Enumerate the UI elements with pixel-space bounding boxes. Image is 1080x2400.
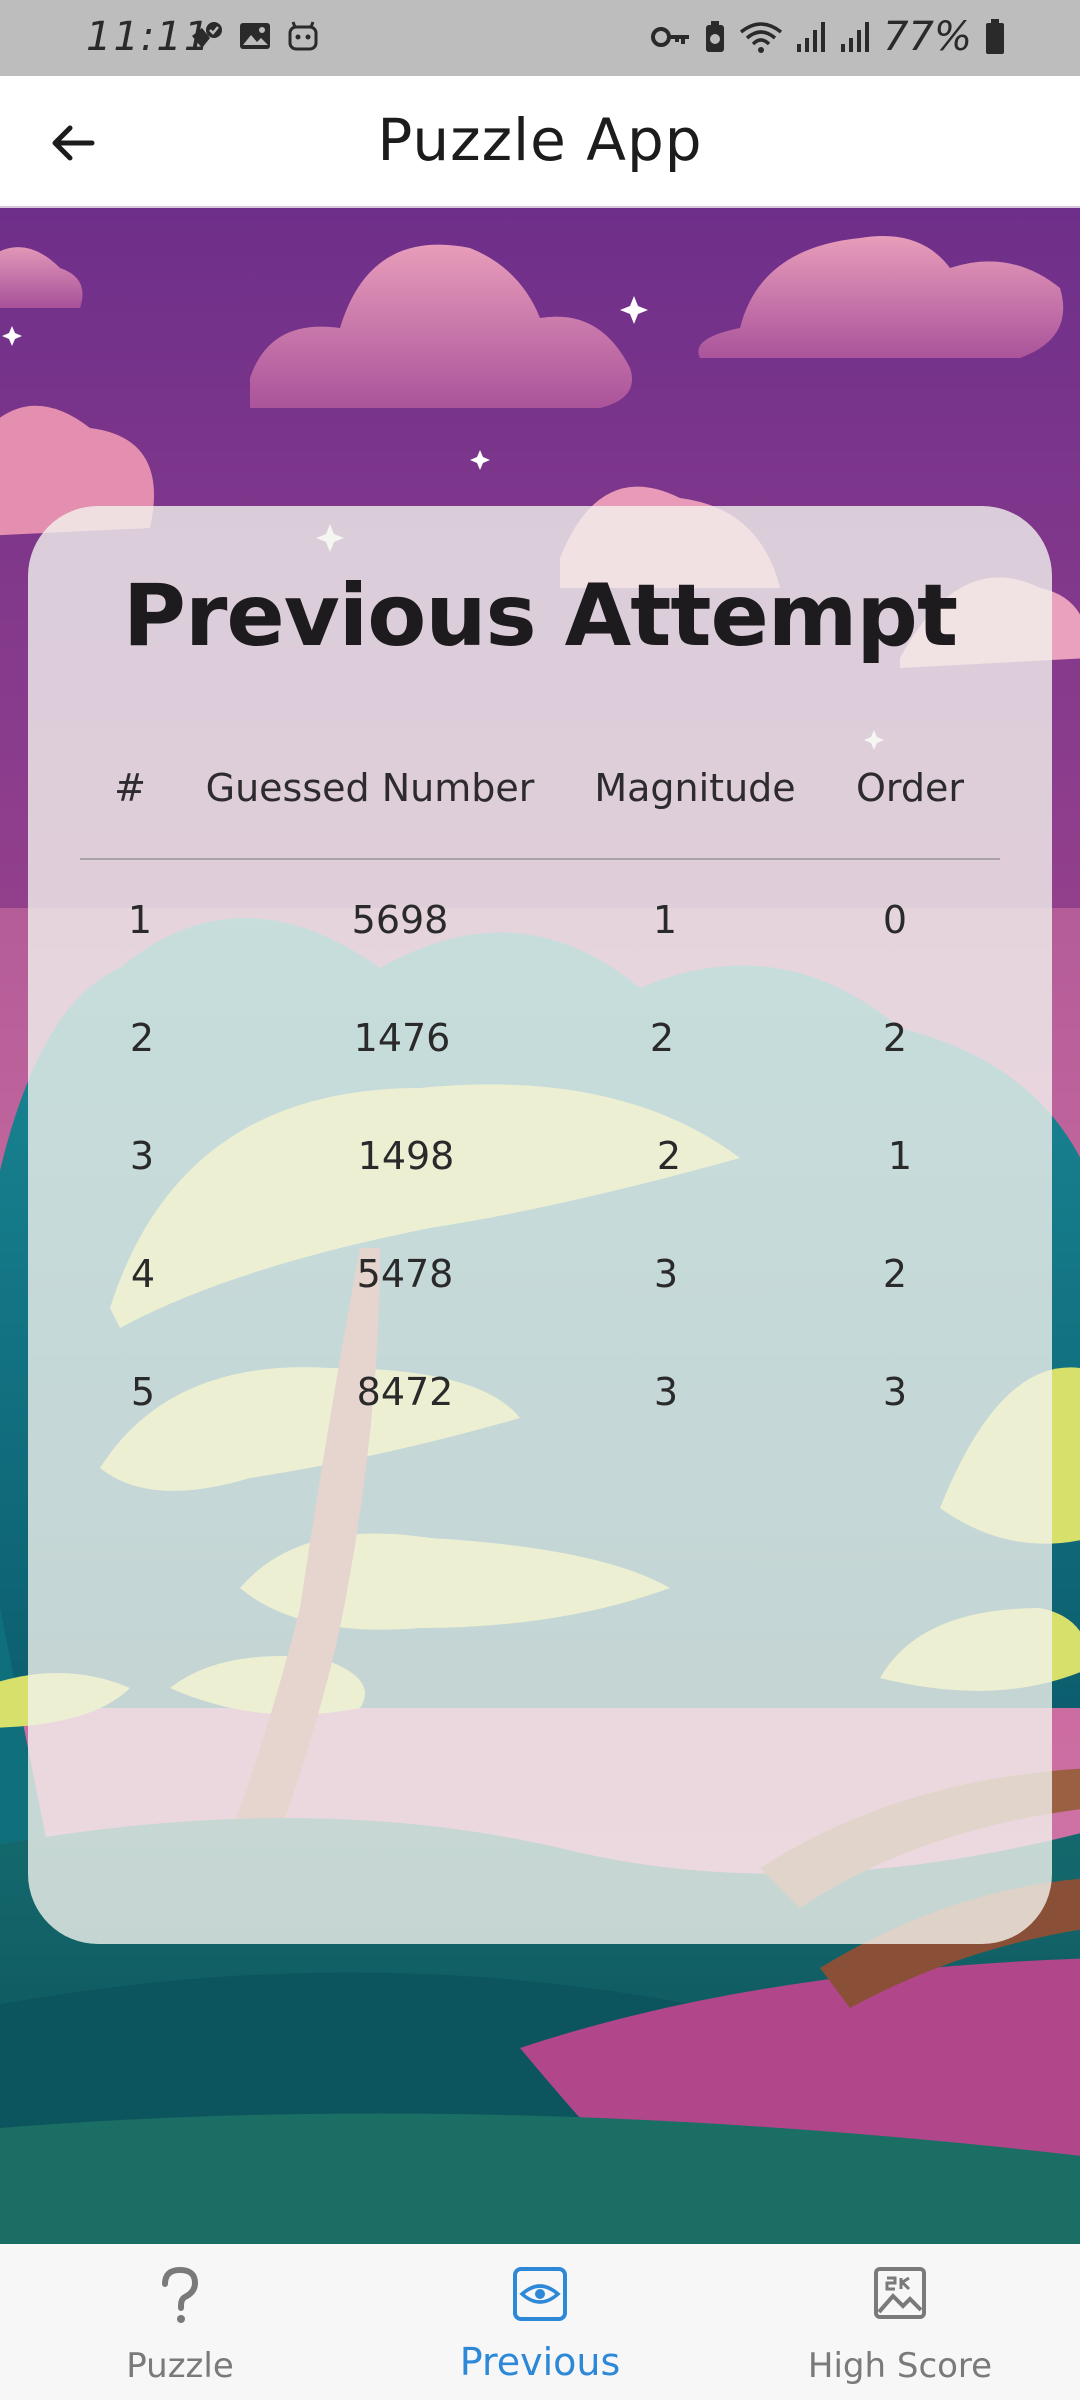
column-header-guessed-number: Guessed Number [205,766,535,810]
notification-check-icon [188,18,224,54]
cell-index: 1 [127,898,153,942]
cell-index: 5 [130,1370,156,1414]
battery-icon [984,18,1006,56]
cell-magnitude: 3 [653,1370,679,1414]
cell-magnitude: 2 [656,1134,682,1178]
cell-index: 3 [129,1134,155,1178]
cell-order: 2 [882,1252,908,1296]
robot-icon [286,19,320,53]
cell-index: 2 [129,1016,155,1060]
question-icon [0,2266,360,2326]
battery-percent: 77% [883,14,972,60]
cell-guessed-number: 5478 [356,1252,454,1296]
cell-order: 0 [882,898,908,942]
nav-item-high-score[interactable]: High Score [720,2244,1080,2400]
cell-magnitude: 2 [649,1016,675,1060]
cell-guessed-number: 5698 [351,898,449,942]
nav-item-puzzle[interactable]: Puzzle [0,2244,360,2400]
battery-saver-icon [703,20,727,54]
cell-guessed-number: 1476 [353,1016,451,1060]
bottom-navigation: Puzzle Previous High Score [0,2244,1080,2400]
nav-label-previous: Previous [459,2340,621,2384]
vpn-key-icon [651,22,691,52]
nav-label-high-score: High Score [807,2346,993,2386]
cell-magnitude: 3 [653,1252,679,1296]
cell-order: 2 [882,1016,908,1060]
cell-magnitude: 1 [652,898,678,942]
column-header-magnitude: Magnitude [594,766,796,810]
gallery-icon [238,19,272,53]
table-header-divider [80,858,1000,860]
cell-guessed-number: 8472 [356,1370,454,1414]
column-header-index: # [114,766,146,810]
cell-order: 1 [887,1134,913,1178]
status-right-icons: 77% [651,14,1006,60]
signal-1-icon [795,20,827,54]
nav-label-puzzle: Puzzle [126,2346,234,2386]
eye-icon [360,2266,720,2322]
card-title: Previous Attempt [122,566,958,666]
signal-2-icon [839,20,871,54]
column-header-order: Order [856,766,964,810]
app-title: Puzzle App [377,106,703,174]
status-bar: 11:11 77% [0,0,1080,76]
app-bar: Puzzle App [0,76,1080,208]
image-icon [720,2266,1080,2320]
cell-index: 4 [130,1252,156,1296]
previous-attempts-card: Previous Attempt [28,506,1052,1944]
cell-guessed-number: 1498 [357,1134,455,1178]
nav-item-previous[interactable]: Previous [360,2244,720,2400]
status-left-icons [188,18,320,54]
cell-order: 3 [882,1370,908,1414]
wifi-icon [739,20,783,54]
